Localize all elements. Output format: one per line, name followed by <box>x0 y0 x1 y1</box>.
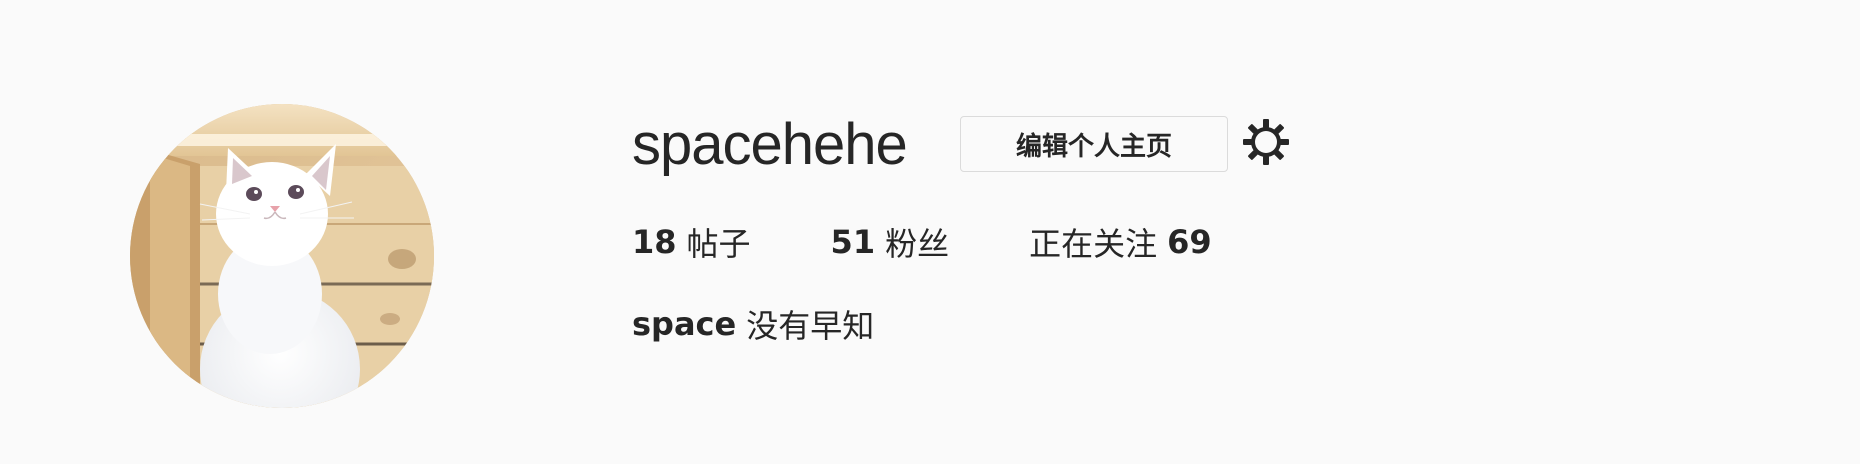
profile-bio: space 没有早知 <box>632 302 874 346</box>
bio-text: 没有早知 <box>746 307 875 345</box>
following-label: 正在关注 <box>1029 225 1158 263</box>
edit-profile-button[interactable]: 编辑个人主页 <box>960 116 1228 172</box>
posts-count: 18 <box>632 223 677 261</box>
followers-label: 粉丝 <box>885 225 950 263</box>
gear-icon <box>1242 118 1290 166</box>
followers-stat[interactable]: 51 粉丝 <box>831 219 950 265</box>
following-count: 69 <box>1167 223 1212 261</box>
profile-page: spacehehe 编辑个人主页 18 帖子 51 粉丝 正在关注 69 spa… <box>0 0 1860 464</box>
settings-button[interactable] <box>1242 118 1290 166</box>
followers-count: 51 <box>830 223 876 261</box>
posts-label: 帖子 <box>686 225 751 263</box>
profile-full-name: space <box>632 305 737 343</box>
following-stat[interactable]: 正在关注 69 <box>1029 219 1212 265</box>
posts-stat[interactable]: 18 帖子 <box>632 219 751 265</box>
profile-username: spacehehe <box>632 112 908 177</box>
profile-stats: 18 帖子 51 粉丝 正在关注 69 <box>632 220 1212 264</box>
profile-avatar[interactable] <box>130 104 434 408</box>
kitten-photo <box>130 104 434 408</box>
